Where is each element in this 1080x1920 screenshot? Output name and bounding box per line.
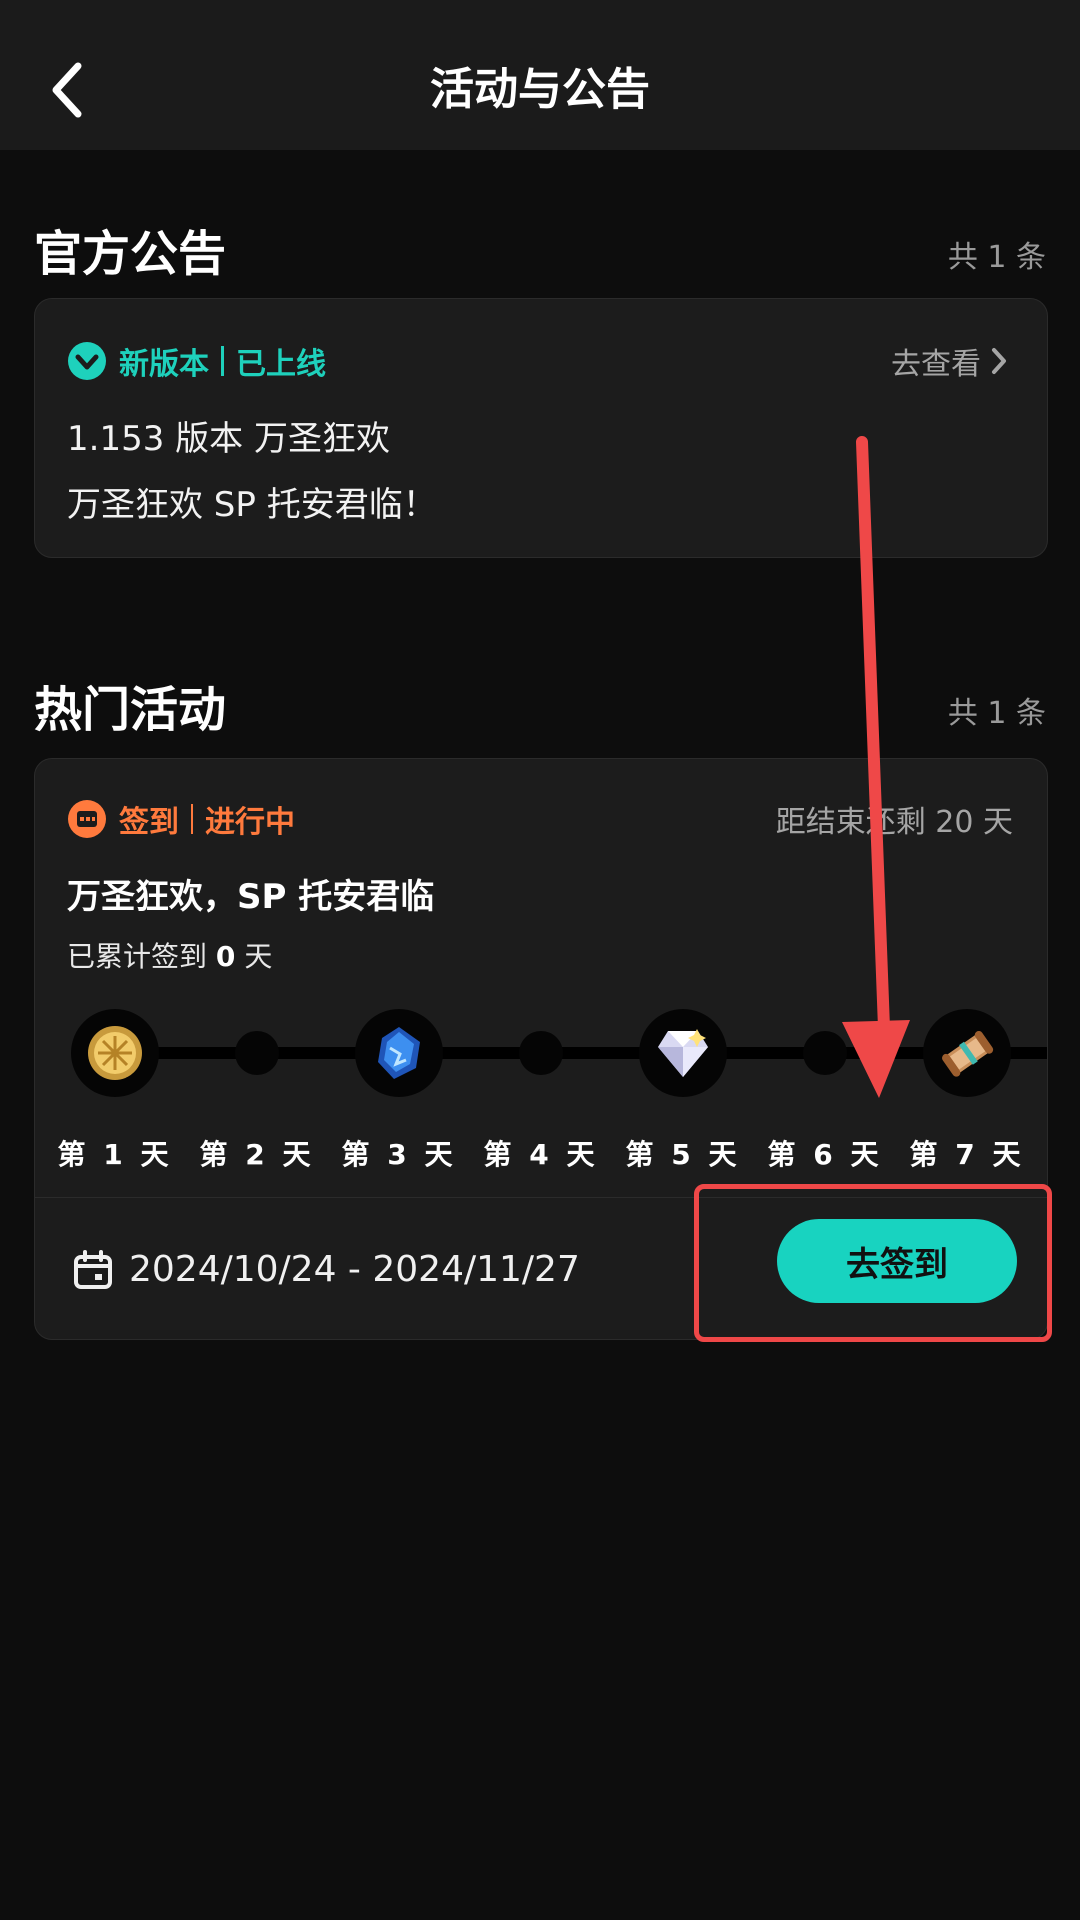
view-link-label: 去查看 xyxy=(891,347,981,382)
status-label: 已上线 xyxy=(236,347,326,382)
chevron-right-icon xyxy=(992,348,1006,374)
chevron-left-icon xyxy=(52,62,82,118)
calendar-stamp-icon xyxy=(68,800,106,838)
heart-badge-icon xyxy=(68,342,106,380)
progress-suffix: 天 xyxy=(244,940,273,973)
date-range: 2024/10/24 - 2024/11/27 xyxy=(73,1249,580,1290)
progress-value: 0 xyxy=(215,940,236,973)
day-label: 第 7 天 xyxy=(909,1138,1025,1171)
top-bar xyxy=(0,0,1080,150)
tag-separator xyxy=(221,346,224,376)
white-gem-icon xyxy=(658,1029,708,1077)
status-label: 进行中 xyxy=(205,805,295,840)
day-item-2: 第 2 天 xyxy=(187,1007,327,1177)
day-label: 第 5 天 xyxy=(625,1138,741,1171)
announcements-count: 共 1 条 xyxy=(947,240,1046,275)
activities-count: 共 1 条 xyxy=(947,696,1046,731)
reward-node xyxy=(923,1009,1011,1097)
progress-prefix: 已累计签到 xyxy=(67,940,208,973)
back-button[interactable] xyxy=(38,50,98,130)
date-range-text: 2024/10/24 - 2024/11/27 xyxy=(129,1249,580,1290)
day-item-4: 第 4 天 xyxy=(471,1007,611,1177)
day-label: 第 6 天 xyxy=(767,1138,883,1171)
notice-line-1: 1.153 版本 万圣狂欢 xyxy=(67,419,390,459)
day-item-5: 第 5 天 xyxy=(613,1007,753,1177)
notice-line-2: 万圣狂欢 SP 托安君临！ xyxy=(67,485,437,525)
day-label: 第 2 天 xyxy=(199,1138,315,1171)
day-item-1: 第 1 天 xyxy=(45,1007,185,1177)
announcements-section-title: 官方公告 xyxy=(34,226,227,282)
signin-progress: 已累计签到 0 天 xyxy=(67,935,272,975)
step-dot xyxy=(803,1031,847,1075)
activity-card[interactable]: 签到 进行中 距结束还剩 20 天 万圣狂欢，SP 托安君临 已累计签到 0 天 xyxy=(34,758,1048,1340)
activities-section-title: 热门活动 xyxy=(34,682,227,738)
reward-node xyxy=(71,1009,159,1097)
tag-label: 签到 xyxy=(119,805,179,840)
day-item-7: 第 7 天 xyxy=(897,1007,1037,1177)
tag-separator xyxy=(191,804,193,834)
day-item-3: 第 3 天 xyxy=(329,1007,469,1177)
remaining-days: 距结束还剩 20 天 xyxy=(775,805,1013,840)
view-link[interactable]: 去查看 xyxy=(891,339,1009,383)
announcement-tag: 新版本 已上线 xyxy=(67,339,326,383)
day-label: 第 1 天 xyxy=(57,1138,173,1171)
signin-button[interactable]: 去签到 xyxy=(777,1219,1017,1303)
tag-label: 新版本 xyxy=(119,347,209,382)
activity-title: 万圣狂欢，SP 托安君临 xyxy=(67,877,435,917)
card-divider xyxy=(35,1197,1047,1198)
activity-tag: 签到 进行中 xyxy=(67,797,295,841)
gold-coin-icon xyxy=(88,1026,142,1080)
day-label: 第 4 天 xyxy=(483,1138,599,1171)
scroll-icon xyxy=(942,1030,994,1077)
blue-crystal-icon xyxy=(378,1027,420,1079)
announcement-card[interactable]: 新版本 已上线 去查看 1.153 版本 万圣狂欢 万圣狂欢 SP 托安君临！ xyxy=(34,298,1048,558)
reward-node xyxy=(639,1009,727,1097)
reward-node xyxy=(355,1009,443,1097)
step-dot xyxy=(519,1031,563,1075)
day-label: 第 3 天 xyxy=(341,1138,457,1171)
day-item-6: 第 6 天 xyxy=(755,1007,895,1177)
calendar-icon xyxy=(74,1249,112,1289)
step-dot xyxy=(235,1031,279,1075)
